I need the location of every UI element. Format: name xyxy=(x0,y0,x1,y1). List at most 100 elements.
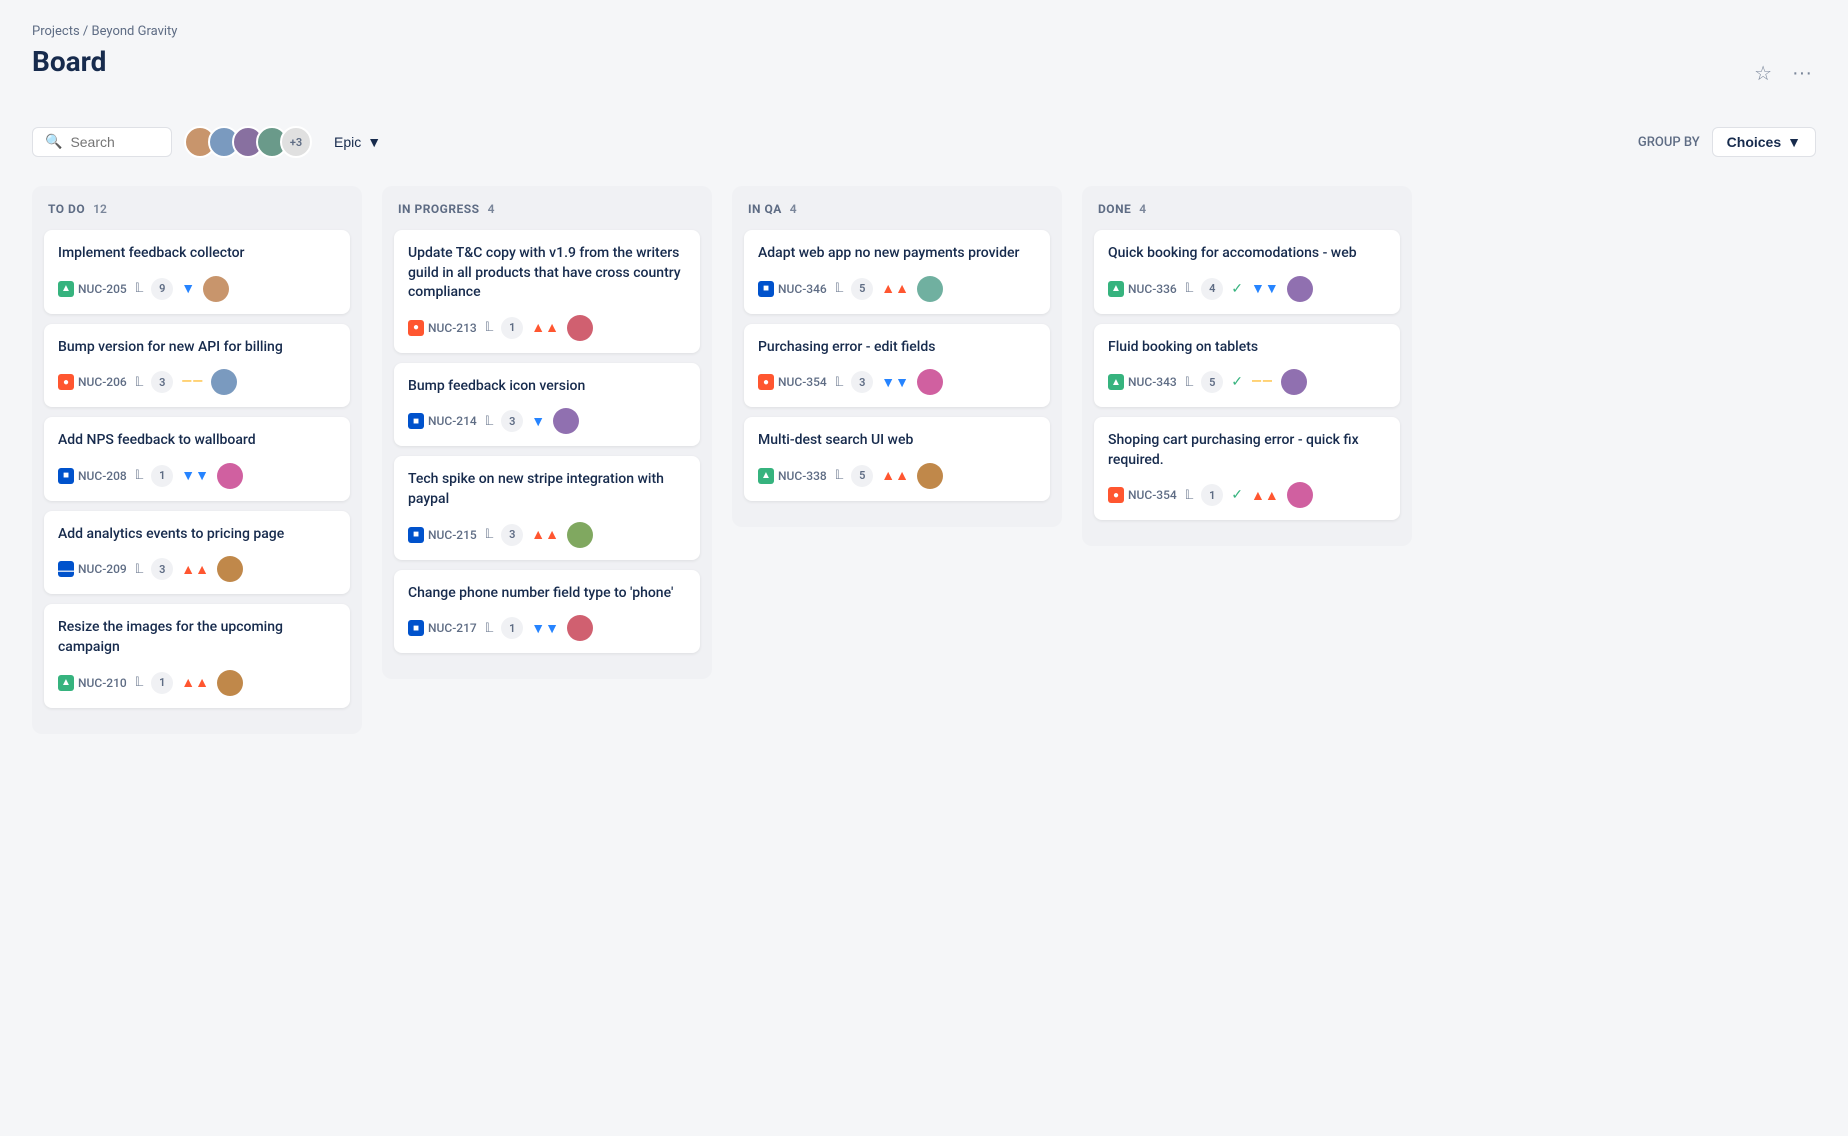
count-badge: 3 xyxy=(501,524,523,546)
card-title: Quick booking for accomodations - web xyxy=(1108,244,1386,264)
issue-badge: ■ NUC-217 xyxy=(408,620,477,636)
issue-id: NUC-354 xyxy=(778,375,827,389)
priority-high-icon: ▲▲ xyxy=(531,526,559,543)
card-NUC-338[interactable]: Multi-dest search UI web ▲ NUC-338 𝕃 5 ▲… xyxy=(744,417,1050,501)
card-title: Bump feedback icon version xyxy=(408,377,686,397)
count-badge: 3 xyxy=(151,371,173,393)
issue-badge: ▲ NUC-205 xyxy=(58,281,127,297)
assignee-avatar xyxy=(217,556,243,582)
pr-icon: 𝕃 xyxy=(1185,375,1194,390)
pr-icon: 𝕃 xyxy=(1185,281,1194,296)
card-NUC-217[interactable]: Change phone number field type to 'phone… xyxy=(394,570,700,654)
card-NUC-208[interactable]: Add NPS feedback to wallboard ■ NUC-208 … xyxy=(44,417,350,501)
assignee-avatar xyxy=(1287,276,1313,302)
card-NUC-206[interactable]: Bump version for new API for billing ● N… xyxy=(44,324,350,408)
card-NUC-354[interactable]: Purchasing error - edit fields ● NUC-354… xyxy=(744,324,1050,408)
count-badge: 5 xyxy=(851,465,873,487)
pr-icon: 𝕃 xyxy=(135,675,144,690)
search-input[interactable] xyxy=(70,134,160,150)
bug-icon: ● xyxy=(758,374,774,390)
assignee-avatar xyxy=(917,276,943,302)
card-footer: ▲ NUC-205 𝕃 9 ▼ xyxy=(58,276,336,302)
column-inprogress: IN PROGRESS 4 Update T&C copy with v1.9 … xyxy=(382,186,712,679)
count-badge: 1 xyxy=(151,465,173,487)
card-title: Implement feedback collector xyxy=(58,244,336,264)
count-badge: 5 xyxy=(1201,371,1223,393)
avatar-more[interactable]: +3 xyxy=(280,126,312,158)
card-footer: ▲ NUC-210 𝕃 1 ▲▲ xyxy=(58,670,336,696)
issue-id: NUC-205 xyxy=(78,282,127,296)
issue-id: NUC-215 xyxy=(428,528,477,542)
card-NUC-214[interactable]: Bump feedback icon version ■ NUC-214 𝕃 3… xyxy=(394,363,700,447)
assignee-avatar xyxy=(211,369,237,395)
count-badge: 1 xyxy=(151,672,173,694)
pr-icon: 𝕃 xyxy=(485,621,494,636)
column-title: DONE xyxy=(1098,202,1131,216)
card-NUC-354[interactable]: Shoping cart purchasing error - quick fi… xyxy=(1094,417,1400,520)
column-title: IN PROGRESS xyxy=(398,202,480,216)
star-button[interactable]: ☆ xyxy=(1750,57,1776,90)
column-count: 4 xyxy=(488,202,495,216)
count-badge: 4 xyxy=(1201,278,1223,300)
column-count: 4 xyxy=(1139,202,1146,216)
issue-badge: ● NUC-354 xyxy=(1108,487,1177,503)
card-title: Resize the images for the upcoming campa… xyxy=(58,618,336,657)
card-title: Change phone number field type to 'phone… xyxy=(408,584,686,604)
story-icon: ▲ xyxy=(758,468,774,484)
story-icon: ▲ xyxy=(58,281,74,297)
epic-label: Epic xyxy=(334,134,361,150)
choices-label: Choices xyxy=(1727,134,1781,150)
choices-button[interactable]: Choices ▼ xyxy=(1712,127,1816,157)
column-todo: TO DO 12 Implement feedback collector ▲ … xyxy=(32,186,362,734)
pr-icon: 𝕃 xyxy=(485,320,494,335)
issue-badge: ▲ NUC-338 xyxy=(758,468,827,484)
issue-id: NUC-354 xyxy=(1128,488,1177,502)
more-button[interactable]: ··· xyxy=(1788,58,1816,89)
card-NUC-210[interactable]: Resize the images for the upcoming campa… xyxy=(44,604,350,707)
card-footer: ● NUC-354 𝕃 1 ✓ ▲▲ xyxy=(1108,482,1386,508)
card-NUC-213[interactable]: Update T&C copy with v1.9 from the write… xyxy=(394,230,700,353)
issue-badge: ▲ NUC-343 xyxy=(1108,374,1177,390)
assignee-avatar xyxy=(917,463,943,489)
epic-filter-button[interactable]: Epic ▼ xyxy=(324,128,391,156)
chevron-down-icon: ▼ xyxy=(1787,134,1801,150)
story-icon: ▲ xyxy=(1108,374,1124,390)
card-title: Purchasing error - edit fields xyxy=(758,338,1036,358)
toolbar: 🔍 +3 Epic ▼ GROUP BY Choices ▼ xyxy=(32,126,1816,158)
count-badge: 1 xyxy=(501,317,523,339)
card-title: Bump version for new API for billing xyxy=(58,338,336,358)
card-footer: ● NUC-354 𝕃 3 ▼▼ xyxy=(758,369,1036,395)
pr-icon: 𝕃 xyxy=(835,281,844,296)
assignee-avatar xyxy=(567,615,593,641)
column-count: 12 xyxy=(93,202,107,216)
issue-badge: ■ NUC-214 xyxy=(408,413,477,429)
team-avatars[interactable]: +3 xyxy=(184,126,312,158)
assignee-avatar xyxy=(1281,369,1307,395)
check-icon: ✓ xyxy=(1231,281,1243,297)
card-NUC-343[interactable]: Fluid booking on tablets ▲ NUC-343 𝕃 5 ✓… xyxy=(1094,324,1400,408)
issue-id: NUC-336 xyxy=(1128,282,1177,296)
issue-badge: ■ NUC-208 xyxy=(58,468,127,484)
card-footer: ⸻ NUC-209 𝕃 3 ▲▲ xyxy=(58,556,336,582)
column-title: TO DO xyxy=(48,202,85,216)
search-box[interactable]: 🔍 xyxy=(32,127,172,157)
card-NUC-215[interactable]: Tech spike on new stripe integration wit… xyxy=(394,456,700,559)
group-by-label: GROUP BY xyxy=(1638,135,1700,150)
pr-icon: 𝕃 xyxy=(835,468,844,483)
card-footer: ■ NUC-214 𝕃 3 ▼ xyxy=(408,408,686,434)
card-NUC-205[interactable]: Implement feedback collector ▲ NUC-205 𝕃… xyxy=(44,230,350,314)
card-NUC-346[interactable]: Adapt web app no new payments provider ■… xyxy=(744,230,1050,314)
issue-badge: ● NUC-213 xyxy=(408,320,477,336)
pr-icon: 𝕃 xyxy=(135,375,144,390)
assignee-avatar xyxy=(217,463,243,489)
card-NUC-209[interactable]: Add analytics events to pricing page ⸻ N… xyxy=(44,511,350,595)
priority-lowest-icon: ▼▼ xyxy=(531,620,559,637)
issue-id: NUC-346 xyxy=(778,282,827,296)
issue-id: NUC-209 xyxy=(78,562,127,576)
breadcrumb: Projects / Beyond Gravity xyxy=(32,24,1816,39)
card-footer: ■ NUC-346 𝕃 5 ▲▲ xyxy=(758,276,1036,302)
card-NUC-336[interactable]: Quick booking for accomodations - web ▲ … xyxy=(1094,230,1400,314)
issue-badge: ▲ NUC-336 xyxy=(1108,281,1177,297)
issue-id: NUC-213 xyxy=(428,321,477,335)
priority-high-icon: ▲▲ xyxy=(181,674,209,691)
